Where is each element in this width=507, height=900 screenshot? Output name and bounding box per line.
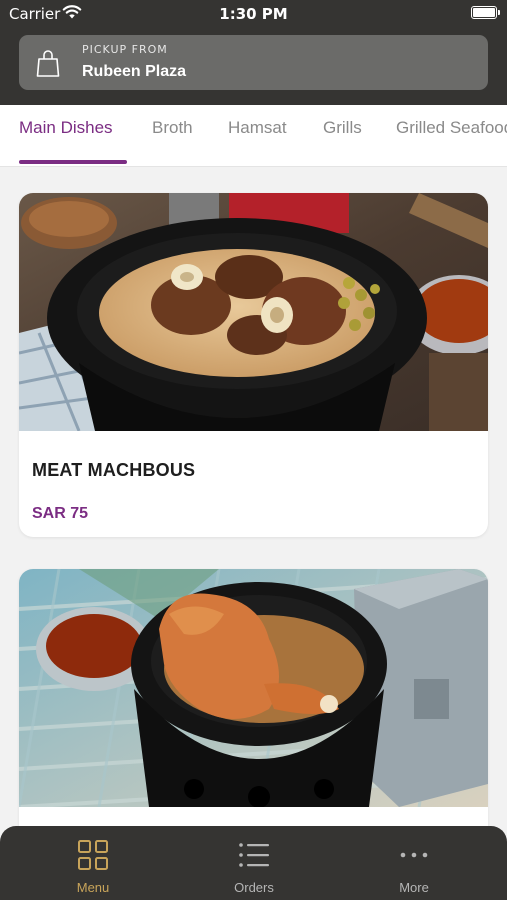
menu-item-card[interactable]: MEAT MACHBOUS SAR 75	[19, 193, 488, 537]
more-dots-icon	[400, 852, 428, 858]
list-icon	[239, 843, 269, 867]
pickup-location-name: Rubeen Plaza	[82, 63, 187, 80]
clock: 1:30 PM	[219, 5, 288, 23]
shopping-bag-icon	[36, 50, 60, 77]
dish-name: MEAT MACHBOUS	[32, 460, 196, 480]
bottom-tab-bar: Menu Orders More	[0, 826, 507, 900]
tab-grills[interactable]: Grills	[323, 118, 362, 138]
nav-orders[interactable]: Orders	[194, 826, 314, 900]
battery-icon	[471, 6, 500, 19]
active-tab-indicator	[19, 160, 127, 164]
tab-broth[interactable]: Broth	[152, 118, 193, 138]
tab-hamsat[interactable]: Hamsat	[228, 118, 287, 138]
nav-menu-label: Menu	[76, 880, 110, 895]
dish-photo	[19, 193, 488, 431]
nav-more-label: More	[399, 880, 429, 895]
dish-price: SAR 75	[32, 505, 89, 522]
pickup-location-selector[interactable]: PICKUP FROM Rubeen Plaza	[19, 35, 488, 90]
pickup-label: PICKUP FROM	[82, 43, 168, 56]
status-bar: Carrier 1:30 PM	[0, 0, 507, 28]
dish-photo	[19, 569, 488, 807]
category-tabs: Main Dishes Broth Hamsat Grills Grilled …	[0, 105, 507, 167]
nav-menu[interactable]: Menu	[33, 826, 153, 900]
tab-main-dishes[interactable]: Main Dishes	[19, 118, 113, 138]
nav-orders-label: Orders	[234, 880, 274, 895]
header: Carrier 1:30 PM PICKUP FROM Rubeen Plaza	[0, 0, 507, 105]
grid-icon	[78, 840, 108, 870]
tab-grilled-seafood[interactable]: Grilled Seafood	[396, 118, 507, 138]
menu-list[interactable]: MEAT MACHBOUS SAR 75	[0, 168, 507, 900]
nav-more[interactable]: More	[354, 826, 474, 900]
